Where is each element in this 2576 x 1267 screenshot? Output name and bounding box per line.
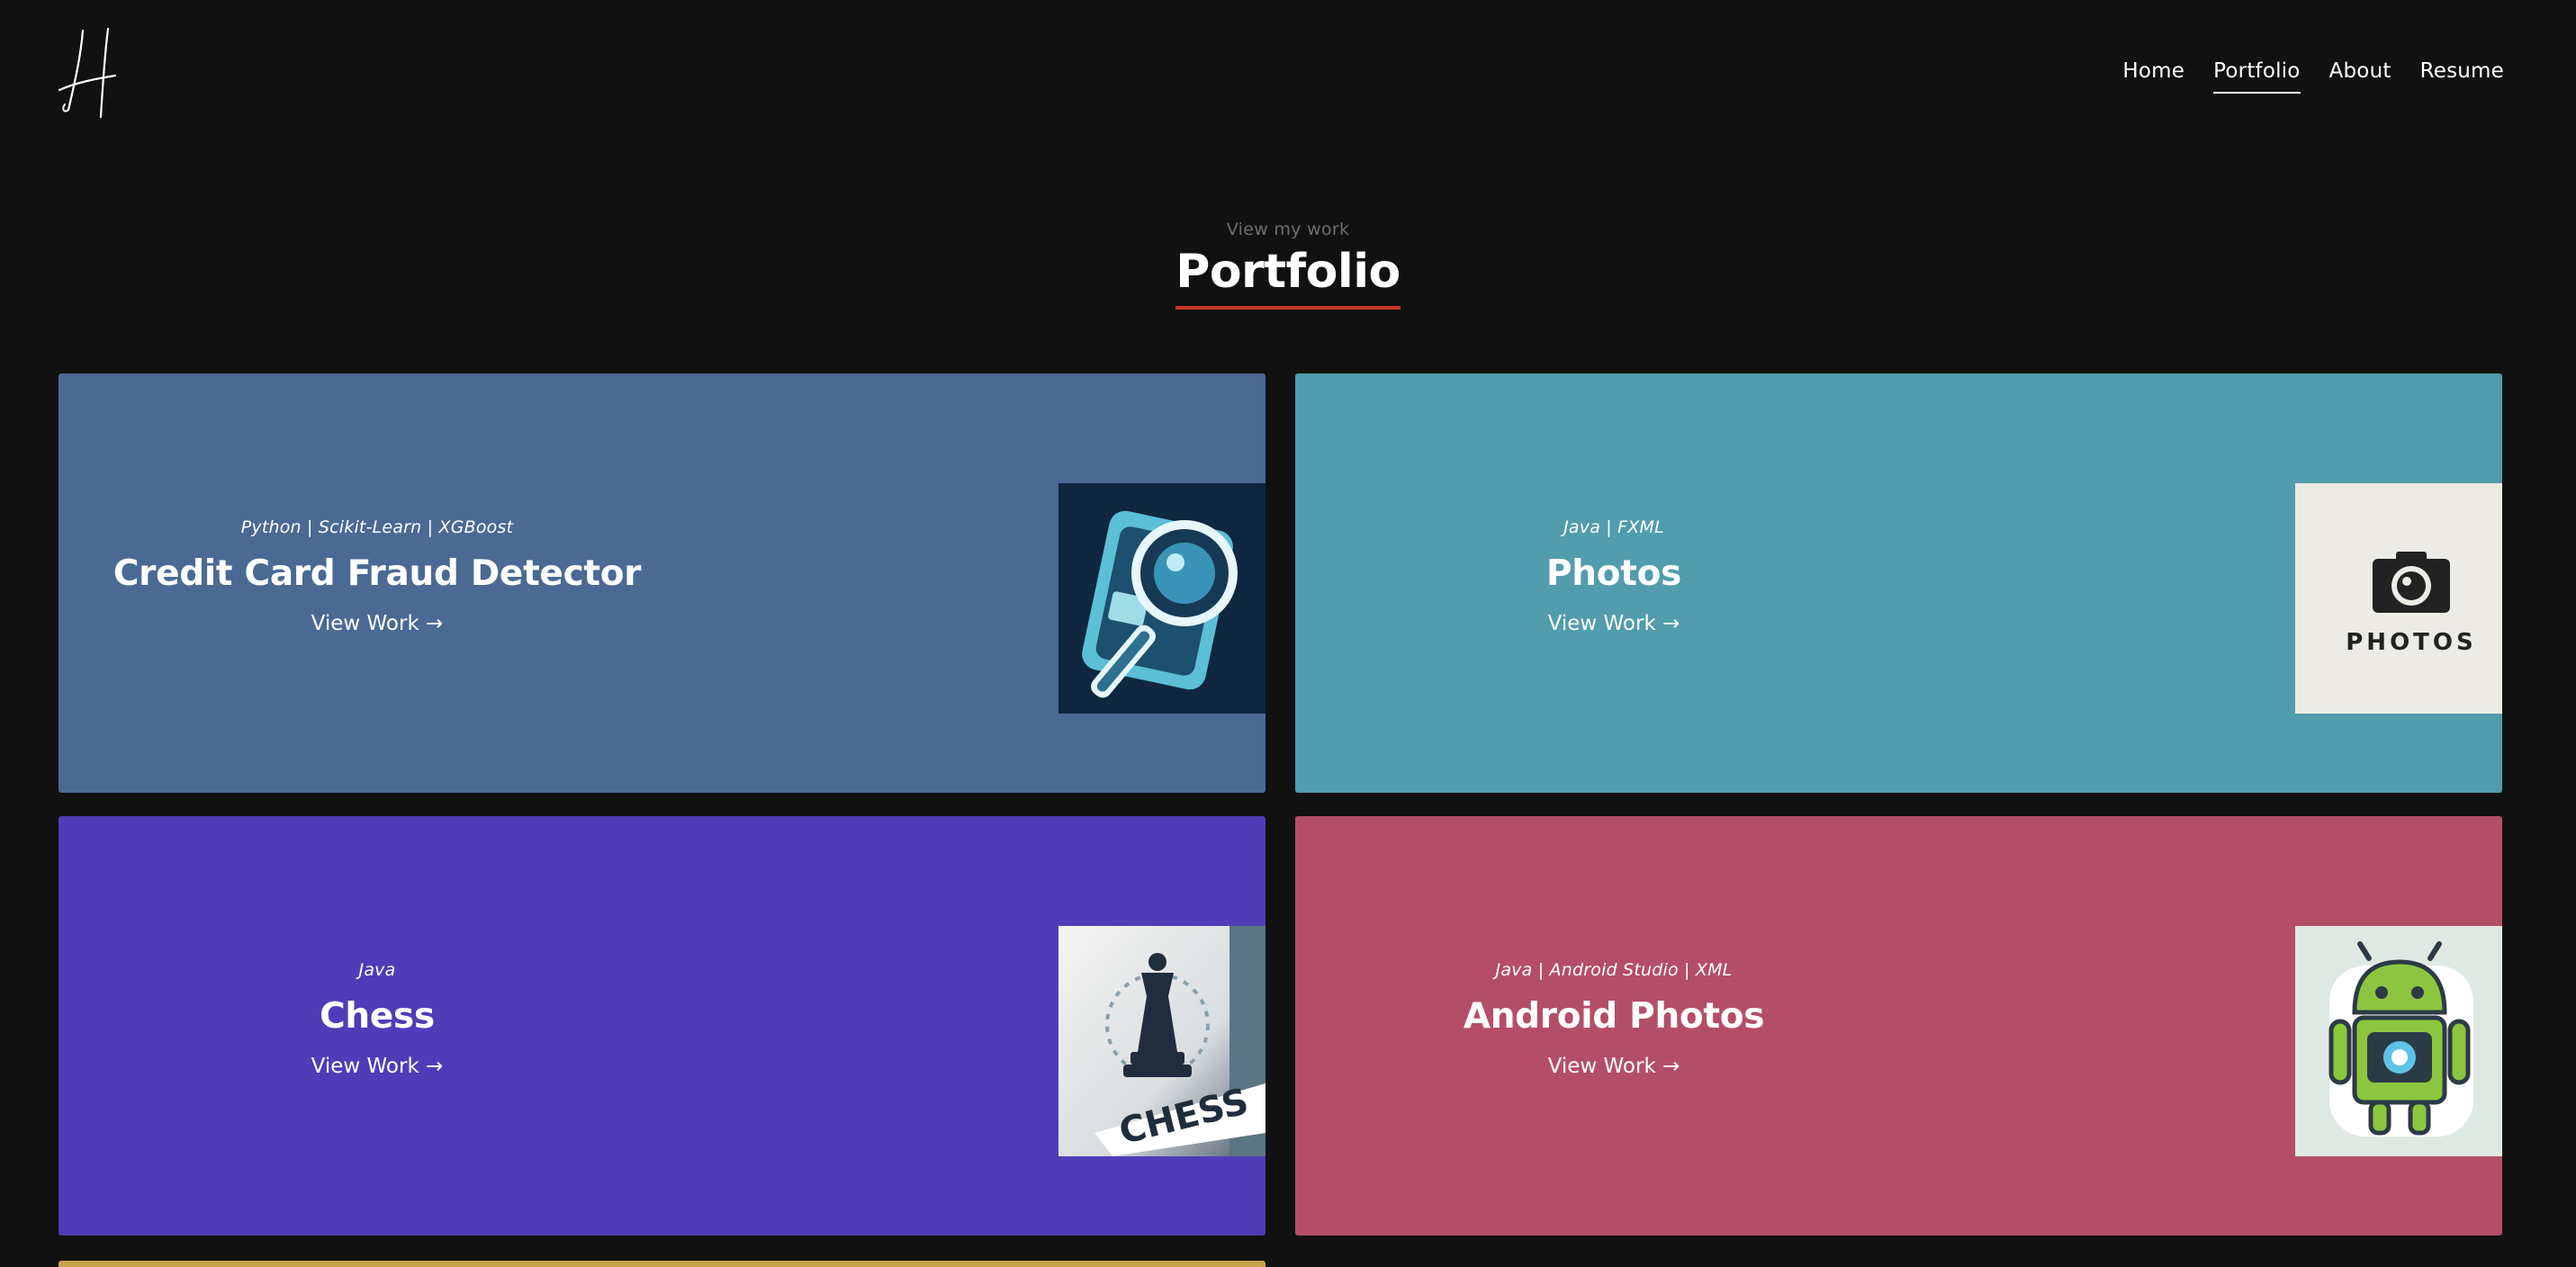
android-camera-icon: [2295, 926, 2502, 1156]
portfolio-heading: View my work Portfolio: [0, 220, 2576, 310]
project-name: Photos: [1546, 553, 1681, 594]
view-work-link[interactable]: View Work →: [311, 1055, 444, 1078]
project-tech: Java: [358, 960, 396, 980]
nav-about[interactable]: About: [2329, 59, 2391, 94]
project-name: Chess: [320, 996, 435, 1037]
card-text: Java Chess View Work →: [59, 960, 696, 1078]
card-text: Python | Scikit-Learn | XGBoost Credit C…: [59, 517, 696, 635]
project-name: Credit Card Fraud Detector: [113, 553, 642, 594]
project-card-android-photos[interactable]: Java | Android Studio | XML Android Phot…: [1295, 816, 2502, 1236]
thumbnail-text: PHOTOS: [2346, 629, 2476, 656]
nav-home[interactable]: Home: [2122, 59, 2184, 94]
card-text: Java | FXML Photos View Work →: [1295, 517, 1932, 635]
view-work-link[interactable]: View Work →: [311, 612, 444, 635]
view-work-link[interactable]: View Work →: [1548, 1055, 1680, 1078]
view-work-link[interactable]: View Work →: [1548, 612, 1680, 635]
chess-queen-logo-icon: CHESS: [1058, 926, 1265, 1156]
nav-portfolio[interactable]: Portfolio: [2213, 59, 2301, 94]
project-card-next[interactable]: [59, 1261, 1265, 1267]
card-text: Java | Android Studio | XML Android Phot…: [1295, 960, 1932, 1078]
project-grid: Python | Scikit-Learn | XGBoost Credit C…: [59, 373, 2502, 1236]
signature-logo-icon[interactable]: [56, 27, 119, 121]
project-card-fraud-detector[interactable]: Python | Scikit-Learn | XGBoost Credit C…: [59, 373, 1265, 793]
project-card-photos[interactable]: Java | FXML Photos View Work → PHOTOS: [1295, 373, 2502, 793]
project-card-chess[interactable]: Java Chess View Work → CHESS: [59, 816, 1265, 1236]
main-nav: Home Portfolio About Resume: [2122, 59, 2504, 94]
page-title: Portfolio: [1175, 245, 1401, 310]
credit-card-magnifier-icon: [1058, 483, 1265, 714]
project-tech: Python | Scikit-Learn | XGBoost: [240, 517, 514, 537]
project-tech: Java | Android Studio | XML: [1495, 960, 1733, 980]
site-header: Home Portfolio About Resume: [0, 0, 2576, 153]
project-tech: Java | FXML: [1563, 517, 1664, 537]
project-name: Android Photos: [1463, 996, 1765, 1037]
section-kicker: View my work: [1226, 220, 1350, 239]
nav-resume[interactable]: Resume: [2420, 59, 2504, 94]
camera-photos-logo-icon: PHOTOS: [2295, 483, 2502, 714]
